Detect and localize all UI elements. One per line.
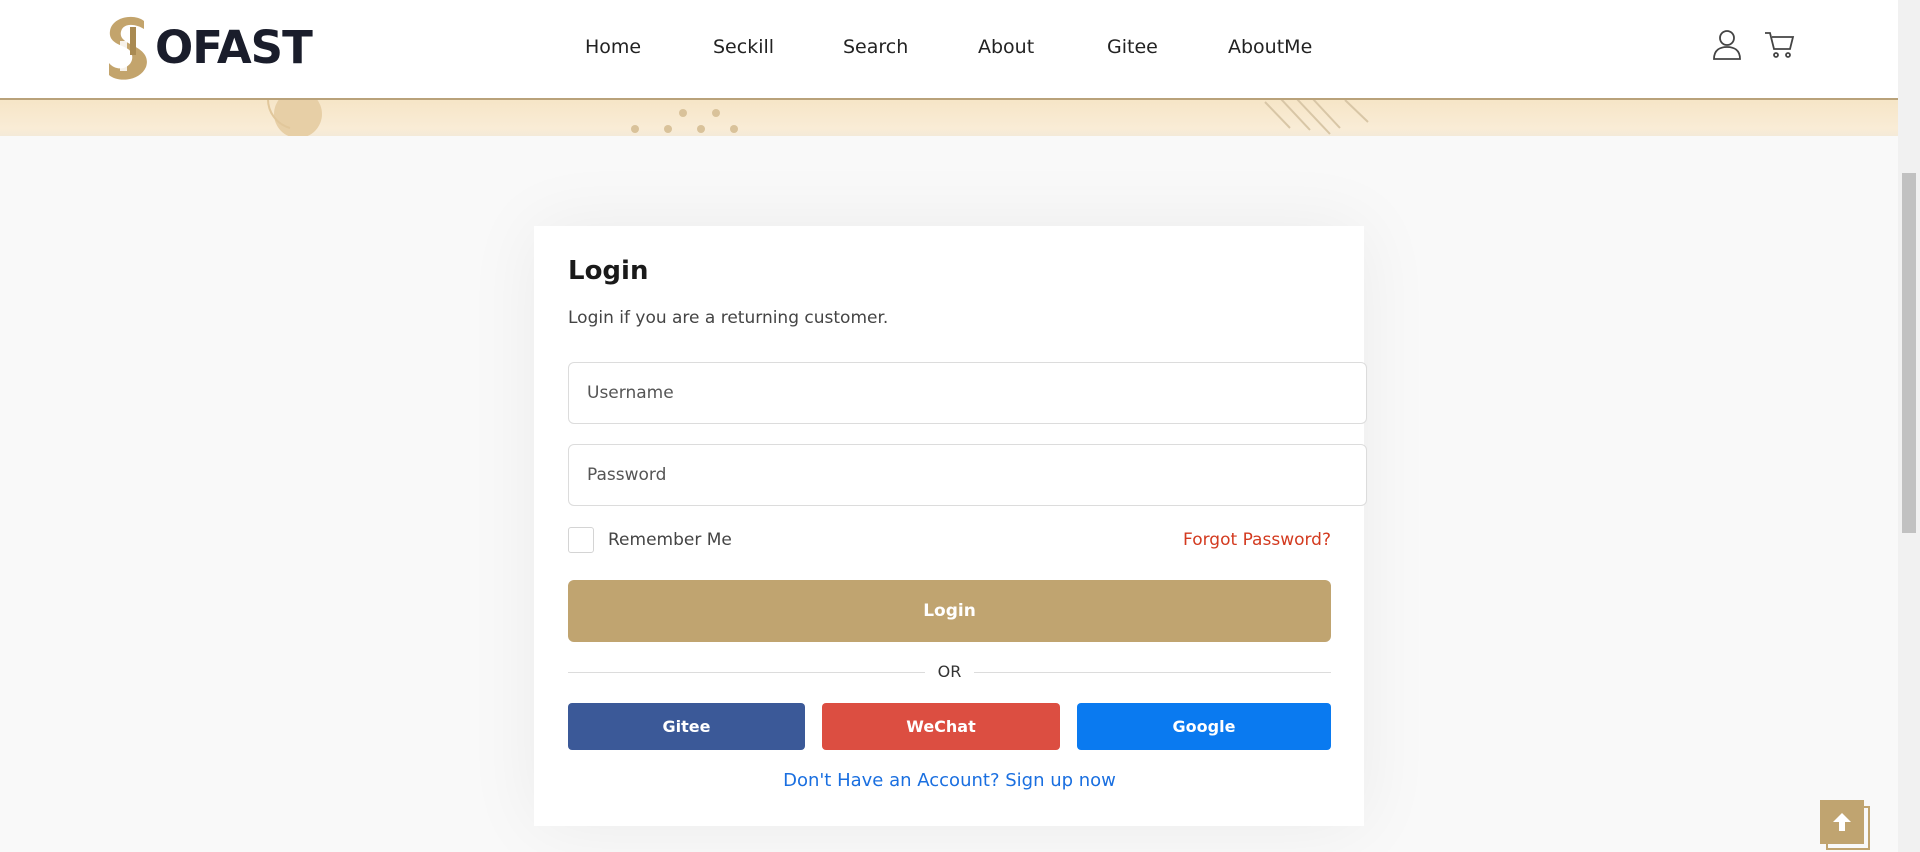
gitee-login-button[interactable]: Gitee: [568, 703, 805, 750]
login-button[interactable]: Login: [568, 580, 1331, 642]
google-login-button[interactable]: Google: [1077, 703, 1331, 750]
user-icon[interactable]: [1711, 28, 1743, 60]
cart-icon[interactable]: [1764, 28, 1796, 60]
nav-item-aboutme[interactable]: AboutMe: [1228, 33, 1312, 61]
banner-decoration: [266, 98, 1369, 136]
nav-item-gitee[interactable]: Gitee: [1107, 33, 1158, 61]
arrow-up-icon: [1833, 813, 1851, 831]
login-title: Login: [568, 256, 649, 286]
nav-item-home[interactable]: Home: [585, 33, 641, 61]
remember-label: Remember Me: [608, 530, 732, 550]
back-to-top-button[interactable]: [1820, 800, 1870, 852]
login-subtitle: Login if you are a returning customer.: [568, 308, 889, 328]
forgot-password-link[interactable]: Forgot Password?: [1183, 530, 1331, 550]
or-label: OR: [937, 662, 962, 681]
or-divider: OR: [568, 662, 1331, 682]
page-scrollbar[interactable]: [1898, 0, 1920, 852]
wechat-login-button[interactable]: WeChat: [822, 703, 1060, 750]
scrollbar-thumb[interactable]: [1902, 173, 1916, 533]
username-input[interactable]: [568, 362, 1367, 424]
nav-item-search[interactable]: Search: [843, 33, 908, 61]
nav-item-seckill[interactable]: Seckill: [713, 33, 774, 61]
page-banner: [0, 98, 1898, 136]
remember-checkbox[interactable]: [568, 527, 594, 553]
password-input[interactable]: [568, 444, 1367, 506]
signup-link[interactable]: Don't Have an Account? Sign up now: [568, 770, 1331, 791]
site-header: OFAST Home Seckill Search About Gitee Ab…: [0, 0, 1898, 100]
back-to-top-face: [1820, 800, 1864, 844]
remember-me[interactable]: Remember Me: [568, 527, 732, 553]
main-nav: Home Seckill Search About Gitee AboutMe: [0, 33, 1898, 63]
login-card: Login Login if you are a returning custo…: [534, 226, 1367, 826]
nav-item-about[interactable]: About: [978, 33, 1034, 61]
